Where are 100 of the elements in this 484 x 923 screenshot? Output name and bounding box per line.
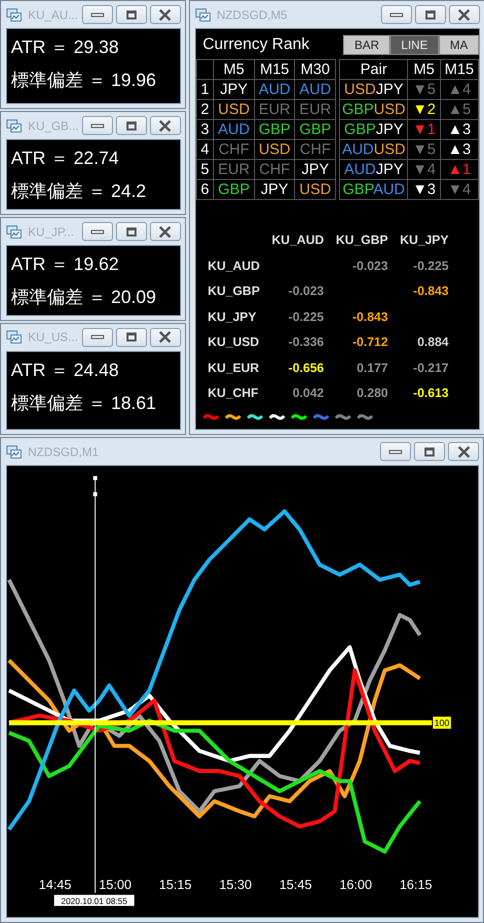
minimize-button[interactable] [82,328,113,347]
close-button[interactable] [150,222,181,241]
currency-code: JPY [376,81,404,98]
window-title: NZDSGD,M5 [216,6,288,24]
currency-code: AUD [214,120,254,140]
chart-window-icon [6,224,22,238]
maximize-button[interactable] [116,5,147,24]
minimize-icon [90,124,104,128]
maximize-button[interactable] [414,5,446,24]
currency-code: GBP [344,121,376,138]
time-label: 14:45 [38,876,72,892]
minimize-button[interactable] [82,5,113,24]
column-header: M30 [294,60,336,80]
trend-value: ▼1 [408,120,440,140]
trend-value: ▲1 [440,160,478,180]
maximize-icon [424,10,436,20]
trend-value: ▼4 [440,180,478,200]
indicator-text: 標準偏差 ＝ 20.09 [10,286,158,309]
indicator-text: 標準偏差 ＝ 18.61 [10,392,158,415]
maximize-icon [126,226,137,236]
currency-code: JPY [376,121,404,138]
column-header: M15 [254,60,295,80]
currency-code: EUR [254,100,295,120]
close-button[interactable] [150,116,181,136]
close-icon [159,226,172,238]
correlation-value: 0.884 [416,334,450,352]
mode-button[interactable]: MA [438,35,479,55]
rank-number: 6 [196,180,214,200]
trend-value: ▼5 [408,80,440,100]
currency-code: GBP [342,101,374,118]
rank-number: 1 [196,80,214,100]
currency-code: USD [254,140,295,160]
currency-code: AUD [373,181,405,198]
correlation-value: -0.023 [352,258,389,275]
chart-window-icon [6,444,22,458]
column-header: M5 [408,60,440,80]
close-icon [458,8,470,20]
close-icon [159,8,172,20]
maximize-button[interactable] [414,442,445,461]
chart-window-icon [6,118,22,133]
trend-value: ▲3 [440,140,478,160]
row-header: KU_EUR [206,360,260,377]
chart-window-icon [194,8,211,22]
trend-value: ▼2 [408,100,440,120]
currency-code: EUR [214,160,254,180]
indicator-text: ATR ＝ 24.48 [10,358,120,382]
maximize-button[interactable] [116,222,147,241]
currency-code: CHF [254,160,295,180]
minimize-icon [389,450,402,454]
chart-window-icon [6,8,22,22]
close-button[interactable] [448,5,480,24]
currency-code: AUD [294,80,336,100]
column-header: M15 [440,60,478,80]
maximize-icon [126,10,137,20]
minimize-icon [90,335,104,340]
currency-code: GBP [294,120,336,140]
window-title: KU_AU... [28,6,79,24]
currency-code: GBP [342,181,374,198]
close-icon [159,331,172,344]
trend-value: ▲5 [440,100,478,120]
crosshair-line[interactable] [93,476,98,893]
minimize-icon [90,12,104,16]
currency-code: USD [344,81,376,98]
currency-code: JPY [294,160,336,180]
level-label: 100 [432,716,451,729]
close-icon [159,120,172,132]
column-header: KU_AUD [270,232,325,250]
maximize-button[interactable] [116,116,147,136]
close-button[interactable] [150,5,181,24]
minimize-button[interactable] [380,5,412,24]
correlation-value: -0.225 [287,308,325,326]
currency-code: EUR [294,100,336,120]
panel-heading: Currency Rank [202,35,310,55]
currency-code: USD [214,100,254,120]
indicator-text: 標準偏差 ＝ 19.96 [10,69,158,92]
correlation-value: -0.225 [412,258,450,275]
minimize-button[interactable] [380,442,411,461]
window-title: NZDSGD,M1 [28,444,100,460]
maximize-icon [126,120,137,131]
mode-button[interactable]: BAR [343,35,390,55]
trend-value: ▼3 [408,180,440,200]
correlation-value: -0.613 [412,385,450,402]
time-label: 15:45 [279,876,312,892]
row-header: KU_GBP [206,283,261,300]
column-header: KU_JPY [398,232,450,250]
mode-button[interactable]: LINE [390,35,439,55]
rank-number: 2 [196,100,214,120]
currency-code: AUD [342,141,374,158]
minimize-button[interactable] [82,222,113,241]
date-label: 2020.10.01 08:55 [54,894,134,906]
minimize-button[interactable] [82,116,113,136]
maximize-icon [424,446,435,456]
currency-code: CHF [294,140,336,160]
minimize-icon [90,230,104,234]
maximize-icon [126,332,137,342]
maximize-button[interactable] [116,328,147,347]
close-button[interactable] [448,442,479,461]
close-button[interactable] [150,328,181,347]
minimize-icon [390,12,403,16]
row-header: KU_AUD [206,258,261,275]
